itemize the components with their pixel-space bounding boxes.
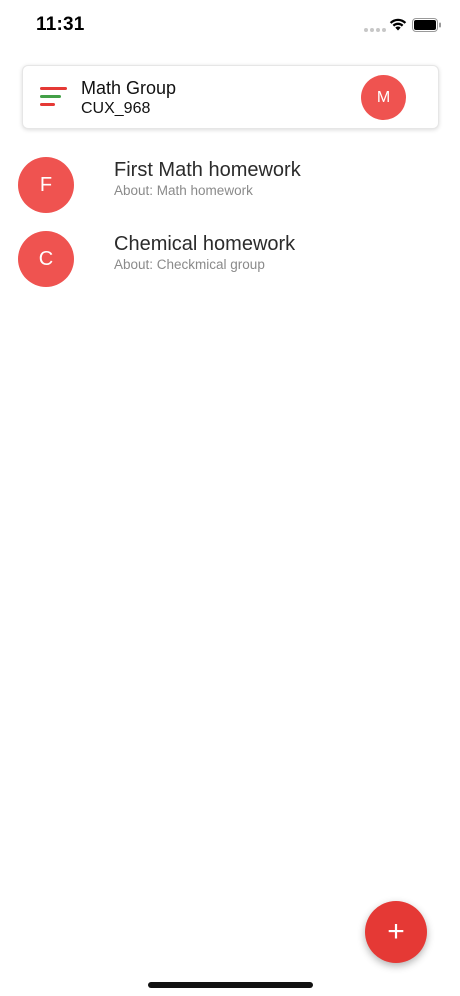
menu-icon[interactable] bbox=[40, 87, 68, 109]
cellular-signal-icon bbox=[364, 28, 386, 34]
group-title: Math Group bbox=[81, 78, 177, 98]
list-item[interactable]: C Chemical homework About: Checkmical gr… bbox=[0, 224, 460, 298]
item-subtitle: About: Checkmical group bbox=[114, 257, 265, 272]
item-avatar: C bbox=[18, 231, 74, 287]
item-title: Chemical homework bbox=[114, 233, 296, 255]
item-avatar: F bbox=[18, 157, 74, 213]
homework-list: F First Math homework About: Math homewo… bbox=[0, 150, 460, 298]
app-screen: 11:31 Math Group CUX_968 M F First Math … bbox=[0, 0, 460, 996]
status-time: 11:31 bbox=[36, 14, 85, 35]
status-bar: 11:31 bbox=[0, 0, 460, 50]
item-subtitle: About: Math homework bbox=[114, 183, 253, 198]
wifi-icon bbox=[389, 18, 407, 31]
list-item[interactable]: F First Math homework About: Math homewo… bbox=[0, 150, 460, 224]
plus-icon: + bbox=[387, 915, 405, 948]
group-code: CUX_968 bbox=[81, 100, 151, 117]
home-indicator bbox=[148, 982, 313, 988]
group-header-card: Math Group CUX_968 M bbox=[22, 65, 439, 129]
profile-avatar[interactable]: M bbox=[361, 75, 406, 120]
battery-icon bbox=[412, 18, 441, 32]
item-title: First Math homework bbox=[114, 159, 301, 181]
add-button[interactable]: + bbox=[365, 901, 427, 963]
